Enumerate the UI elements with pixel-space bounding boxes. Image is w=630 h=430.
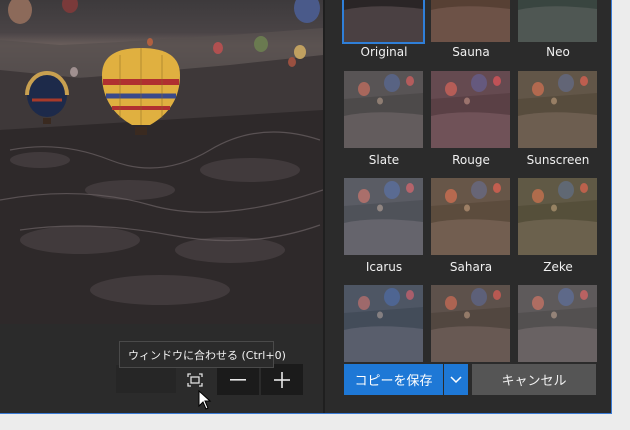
cancel-button[interactable]: キャンセル [472, 364, 596, 395]
filter-thumbnail[interactable] [431, 285, 510, 362]
mouse-cursor-icon [198, 390, 212, 410]
fit-to-window-icon [187, 373, 203, 387]
filter-label: Sahara [449, 260, 493, 274]
filter-label: Sauna [452, 45, 490, 59]
filter-label: Rouge [452, 153, 490, 167]
filter-thumbnail[interactable] [431, 0, 510, 42]
filter-thumbnail[interactable] [518, 178, 597, 255]
filter-thumbnail[interactable] [518, 71, 597, 148]
filter-thumbnail[interactable] [431, 71, 510, 148]
plus-icon [274, 371, 290, 388]
filter-thumbnail[interactable] [344, 285, 423, 362]
chevron-down-icon [450, 376, 462, 383]
filter-thumbnail[interactable] [342, 0, 425, 44]
filter-thumbnail[interactable] [518, 285, 597, 362]
minus-icon [230, 378, 246, 381]
save-options-dropdown[interactable] [444, 364, 468, 395]
filter-label: Original [360, 45, 408, 59]
photo-editor-window: ウィンドウに合わせる (Ctrl+0) コピーを保存 キャンセル Origina… [0, 0, 612, 414]
fit-tooltip: ウィンドウに合わせる (Ctrl+0) [119, 341, 286, 368]
filter-label: Zeke [543, 260, 573, 274]
filter-thumbnail[interactable] [344, 178, 423, 255]
filter-thumbnail[interactable] [518, 0, 597, 42]
filter-label: Sunscreen [526, 153, 590, 167]
save-copy-button[interactable]: コピーを保存 [344, 364, 443, 395]
filter-thumbnail[interactable] [431, 178, 510, 255]
filter-thumbnail[interactable] [344, 71, 423, 148]
toolbar-backdrop [116, 365, 176, 393]
filter-label: Icarus [365, 260, 403, 274]
filter-label: Neo [546, 45, 570, 59]
filter-label: Slate [368, 153, 400, 167]
photo-canvas[interactable] [0, 0, 323, 324]
